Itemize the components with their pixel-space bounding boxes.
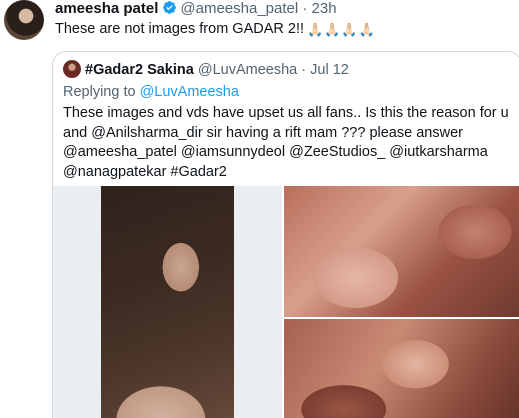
photo-thumbnail <box>101 186 234 418</box>
tweet-header: ameesha patel @ameesha_patel · 23h <box>55 0 337 18</box>
tweet-author-avatar[interactable] <box>4 0 44 40</box>
replying-to-line: Replying to @LuvAmeesha <box>63 83 239 101</box>
quoted-author-name[interactable]: #Gadar2 Sakina <box>85 62 194 78</box>
separator-dot: · <box>302 0 308 17</box>
replying-to-mention[interactable]: @LuvAmeesha <box>140 84 239 100</box>
folded-hands-icon: 🙏🏻🙏🏻🙏🏻🙏🏻 <box>307 22 376 37</box>
media-image-2[interactable] <box>284 186 519 317</box>
tweet-text: These are not images from GADAR 2!! 🙏🏻🙏🏻🙏… <box>55 20 376 39</box>
verified-badge-icon <box>163 1 177 14</box>
quoted-tweet-timestamp[interactable]: Jul 12 <box>310 62 349 78</box>
replying-to-label: Replying to <box>63 84 136 100</box>
quoted-author-avatar[interactable] <box>63 60 81 78</box>
tweet-timestamp[interactable]: 23h <box>312 0 337 17</box>
quoted-tweet-text: These images and vds have upset us all f… <box>63 105 509 180</box>
media-grid <box>53 186 519 418</box>
media-image-3[interactable] <box>284 319 519 418</box>
tweet-author-handle[interactable]: @ameesha_patel <box>180 0 298 17</box>
tweet-text-content: These are not images from GADAR 2!! <box>55 21 305 37</box>
quoted-tweet-card[interactable]: #Gadar2 Sakina @LuvAmeesha · Jul 12 Repl… <box>52 51 519 418</box>
separator-dot: · <box>301 62 307 78</box>
tweet-author-name[interactable]: ameesha patel <box>55 0 158 17</box>
quoted-tweet-header: #Gadar2 Sakina @LuvAmeesha · Jul 12 <box>63 60 349 79</box>
quoted-author-handle[interactable]: @LuvAmeesha <box>198 62 297 78</box>
media-image-1[interactable] <box>53 186 282 418</box>
